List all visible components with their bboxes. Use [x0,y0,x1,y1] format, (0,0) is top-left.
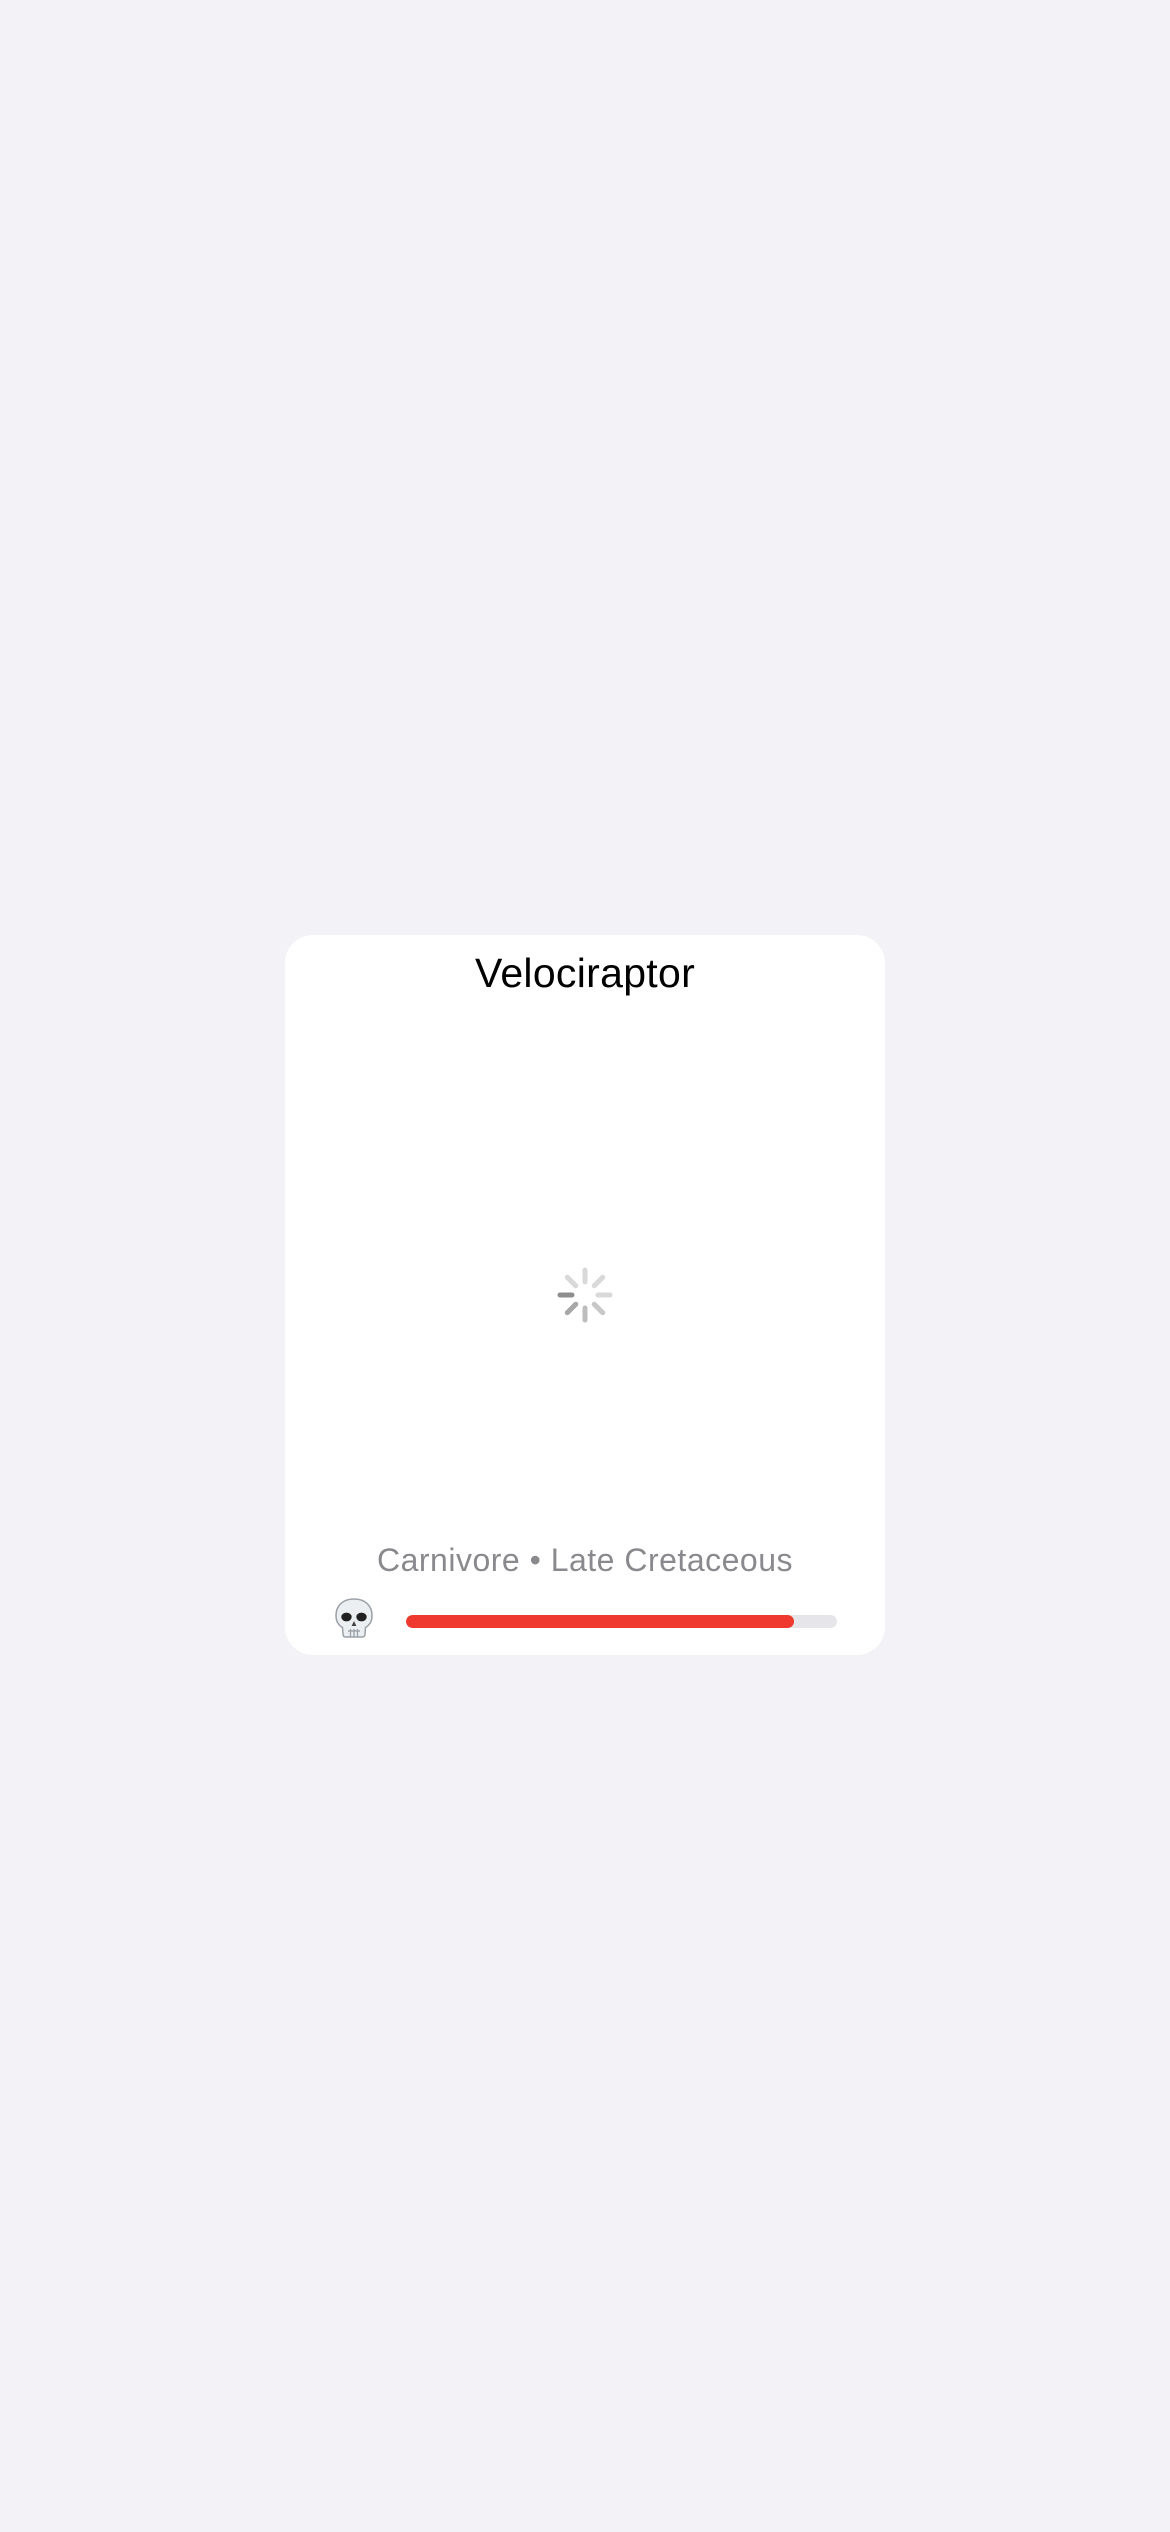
skull-icon [333,1597,375,1641]
progress-fill [406,1615,794,1628]
progress-track [406,1615,837,1628]
loading-spinner-icon [555,1265,615,1325]
status-row [333,1597,837,1643]
card-subtitle: Carnivore • Late Cretaceous [376,1542,793,1578]
card-title: Velociraptor [474,950,696,996]
dinosaur-card[interactable]: Velociraptor Carnivore • Late Cretaceous [285,935,885,1655]
